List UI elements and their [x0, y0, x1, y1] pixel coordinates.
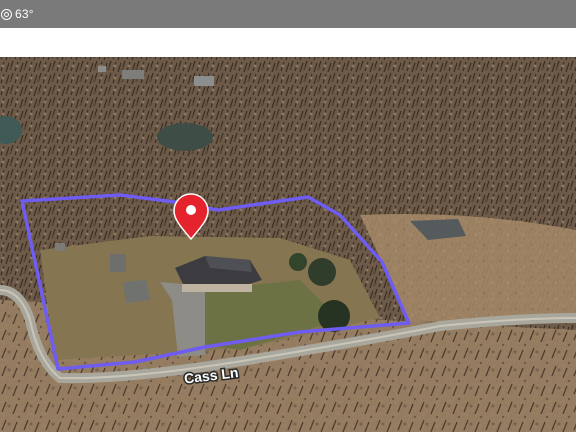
evergreen-1 [308, 258, 336, 286]
shed-3 [55, 243, 65, 251]
status-bar: 63° [0, 0, 576, 28]
status-temperature: 63° [15, 7, 34, 21]
shed-2 [123, 280, 150, 303]
building-far-3 [98, 66, 106, 72]
house-wall [182, 284, 252, 292]
satellite-map[interactable]: Cass Ln [0, 57, 576, 432]
shed-1 [110, 254, 126, 272]
evergreen-3 [289, 253, 307, 271]
building-far-1 [194, 76, 214, 86]
weather-location-icon [1, 8, 12, 20]
dark-patch [157, 123, 213, 151]
top-spacer [0, 28, 576, 57]
building-far-2 [122, 70, 144, 79]
